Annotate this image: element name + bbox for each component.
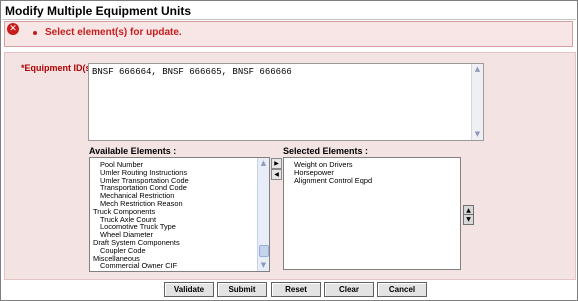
selected-elements-list[interactable]: Weight on Drivers Horsepower Alignment Con… xyxy=(283,157,461,270)
equipment-id-textarea[interactable]: BNSF 666664, BNSF 666665, BNSF 666666 ▲ … xyxy=(88,63,484,141)
available-elements-label: Available Elements : xyxy=(89,146,177,156)
error-message-box: ✕ Select element(s) for update. xyxy=(4,21,573,47)
remove-element-button[interactable]: ◀ xyxy=(271,169,282,180)
add-element-button[interactable]: ▶ xyxy=(271,158,282,169)
selected-list-item[interactable]: Alignment Control Eqpd xyxy=(294,176,372,185)
equipment-id-value: BNSF 666664, BNSF 666665, BNSF 666666 xyxy=(92,67,292,77)
error-x-icon: ✕ xyxy=(7,23,19,35)
list-scroll-down-icon[interactable]: ▼ xyxy=(258,260,269,271)
equipment-id-scrollbar[interactable]: ▲ ▼ xyxy=(471,64,483,140)
reset-button[interactable]: Reset xyxy=(271,282,321,297)
available-elements-list[interactable]: Pool Number Umler Routing Instructions Uml… xyxy=(89,157,270,272)
selected-elements-label: Selected Elements : xyxy=(283,146,369,156)
scroll-up-arrow-icon[interactable]: ▲ xyxy=(472,64,483,75)
title-divider xyxy=(2,19,576,20)
equipment-id-label: *Equipment ID(s): xyxy=(21,63,97,73)
validate-button[interactable]: Validate xyxy=(164,282,214,297)
error-message-text: Select element(s) for update. xyxy=(45,27,182,38)
list-scroll-thumb[interactable] xyxy=(259,245,269,257)
list-scroll-up-icon[interactable]: ▲ xyxy=(258,158,269,169)
scroll-down-arrow-icon[interactable]: ▼ xyxy=(472,129,483,140)
page-title: Modify Multiple Equipment Units xyxy=(5,4,191,18)
available-list-item[interactable]: Commercial Owner CIF xyxy=(100,262,177,270)
submit-button[interactable]: Submit xyxy=(217,282,267,297)
cancel-button[interactable]: Cancel xyxy=(377,282,427,297)
action-button-bar: Validate Submit Reset Clear Cancel xyxy=(1,282,578,298)
page-frame: Modify Multiple Equipment Units ✕ Select… xyxy=(0,0,578,301)
available-list-scrollbar[interactable]: ▲ ▼ xyxy=(257,158,269,271)
error-bullet-icon xyxy=(33,31,37,35)
clear-button[interactable]: Clear xyxy=(324,282,374,297)
move-down-button[interactable]: ▼ xyxy=(463,214,474,225)
